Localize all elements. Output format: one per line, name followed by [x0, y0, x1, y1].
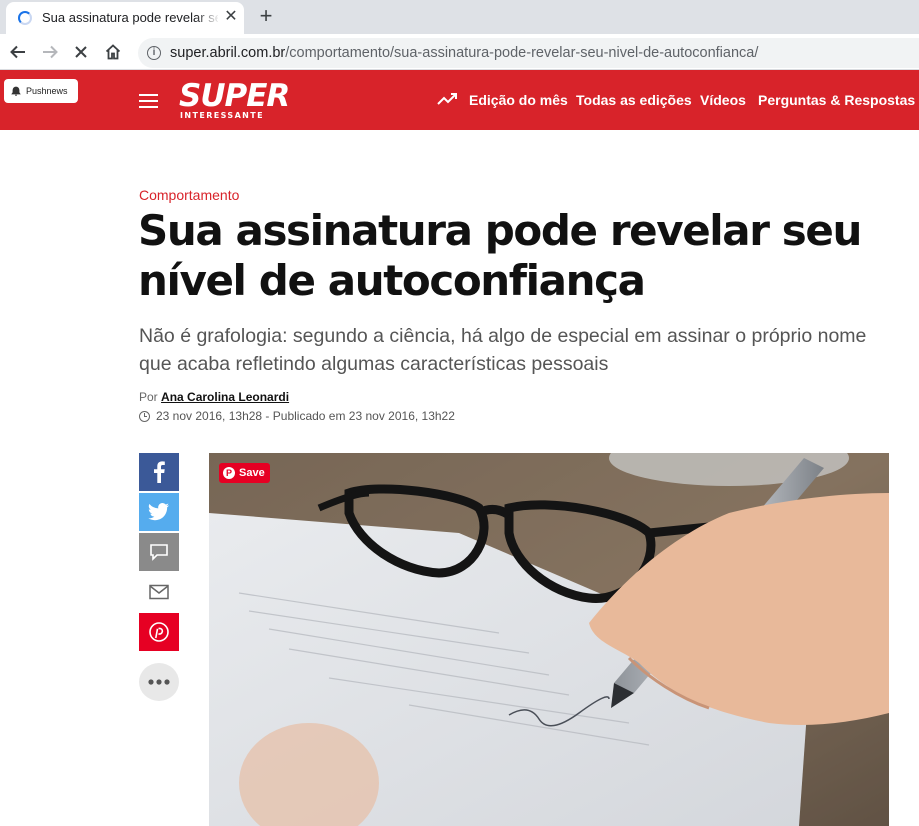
pinterest-icon — [149, 622, 169, 642]
menu-icon[interactable] — [139, 94, 158, 108]
share-twitter-button[interactable] — [139, 493, 179, 531]
nav-edicao-do-mes[interactable]: Edição do mês — [469, 92, 568, 108]
publish-dates: 23 nov 2016, 13h28 - Publicado em 23 nov… — [139, 409, 455, 423]
site-logo[interactable]: SUPER INTERESSANTE — [179, 80, 291, 122]
pinterest-icon: P — [223, 467, 235, 479]
article-subhead: Não é grafologia: segundo a ciência, há … — [139, 325, 867, 375]
trending-icon — [437, 93, 457, 105]
site-info-icon[interactable]: i — [147, 46, 161, 60]
new-tab-icon[interactable]: + — [254, 4, 278, 28]
browser-tab-strip: Sua assinatura pode revelar se ✕ + — [0, 0, 919, 34]
more-icon — [148, 679, 170, 685]
pushnews-label: Pushnews — [26, 86, 68, 96]
author-link[interactable]: Ana Carolina Leonardi — [161, 390, 289, 404]
comment-icon — [150, 544, 168, 561]
nav-todas-as-edicoes[interactable]: Todas as edições — [576, 92, 692, 108]
clock-icon — [139, 410, 150, 422]
share-more-button[interactable] — [139, 663, 179, 701]
site-header: Pushnews SUPER INTERESSANTE Edição do mê… — [0, 70, 919, 130]
nav-videos[interactable]: Vídeos — [700, 92, 746, 108]
back-icon[interactable] — [5, 39, 31, 65]
article-category[interactable]: Comportamento — [139, 187, 239, 203]
facebook-icon — [154, 461, 165, 483]
twitter-icon — [148, 503, 169, 521]
forward-icon[interactable] — [37, 39, 63, 65]
byline: Por Ana Carolina Leonardi — [139, 390, 290, 404]
browser-toolbar: i super.abril.com.br/comportamento/sua-a… — [0, 34, 919, 70]
article-headline: Sua assinatura pode revelar seu nível de… — [138, 206, 862, 305]
email-icon — [149, 584, 169, 600]
browser-tab[interactable]: Sua assinatura pode revelar se ✕ — [6, 2, 244, 34]
nav-perguntas-respostas[interactable]: Perguntas & Respostas — [758, 92, 915, 108]
share-comment-button[interactable] — [139, 533, 179, 571]
loading-spinner-icon — [18, 11, 32, 25]
share-pinterest-button[interactable] — [139, 613, 179, 651]
tab-close-icon[interactable]: ✕ — [222, 8, 240, 26]
pinterest-save-button[interactable]: P Save — [219, 463, 270, 483]
article-hero-image — [209, 453, 889, 826]
share-email-button[interactable] — [139, 573, 179, 611]
url-text: super.abril.com.br/comportamento/sua-ass… — [170, 45, 759, 61]
share-facebook-button[interactable] — [139, 453, 179, 491]
tab-title: Sua assinatura pode revelar se — [42, 10, 218, 25]
pushnews-badge[interactable]: Pushnews — [4, 79, 78, 103]
address-bar[interactable]: i super.abril.com.br/comportamento/sua-a… — [138, 38, 919, 68]
stop-loading-icon[interactable] — [68, 39, 94, 65]
bell-icon — [11, 86, 21, 96]
home-icon[interactable] — [100, 39, 126, 65]
